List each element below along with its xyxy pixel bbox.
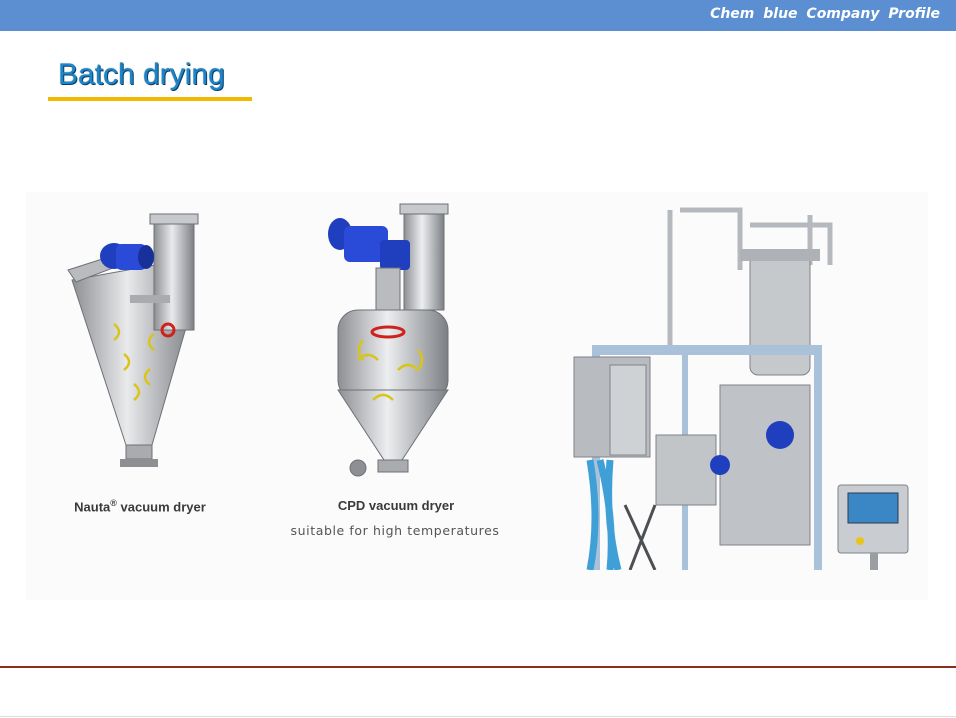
footer-edge: [0, 716, 956, 717]
footer-divider: [0, 666, 956, 668]
nauta-caption-text: vacuum dryer: [116, 499, 206, 515]
nauta-caption: Nauta® vacuum dryer: [40, 498, 240, 514]
registered-mark: ®: [110, 498, 117, 508]
nauta-dryer-image: [67, 213, 199, 467]
header-bar: Chem blue Company Profile: [0, 0, 956, 31]
dryer-skid-photo: [570, 205, 920, 570]
cpd-caption: CPD vacuum dryer: [337, 498, 455, 513]
cpd-subcaption: suitable for high temperatures: [290, 523, 500, 538]
slide-title: Batch drying: [58, 58, 225, 91]
title-underline: [48, 97, 252, 101]
cpd-dryer-image: [328, 203, 449, 477]
brand-label: Chem blue Company Profile: [710, 6, 940, 22]
nauta-caption-brand: Nauta: [74, 499, 111, 515]
